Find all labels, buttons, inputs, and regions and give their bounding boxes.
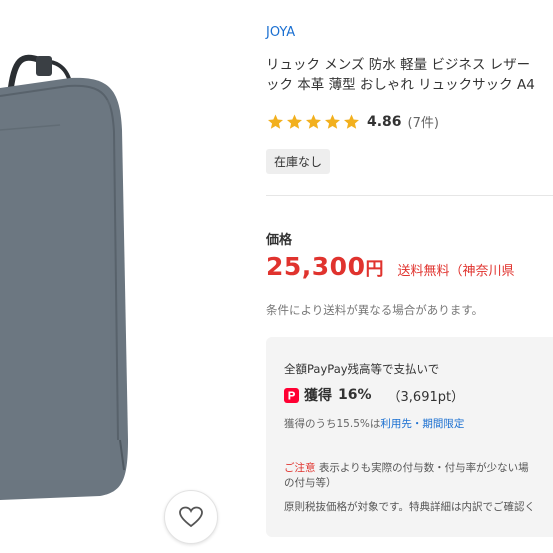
earn-label: 獲得	[304, 388, 332, 404]
star-icon	[325, 114, 340, 129]
caution-label: ご注意	[284, 462, 316, 474]
rating[interactable]: 4.86 (7件)	[266, 112, 439, 131]
caution-text: 表示よりも実際の付与数・付与率が少ない場	[315, 462, 529, 474]
points-breakdown: 獲得のうち15.5%は利用先・期間限定	[284, 416, 464, 431]
points-earn-row: 獲得 16% （3,691pt）	[284, 385, 464, 405]
product-title: リュック メンズ 防水 軽量 ビジネス レザー ック 本革 薄型 おしゃれ リュ…	[266, 55, 553, 97]
points-box: 全額PayPay残高等で支払いで 獲得 16% （3,691pt） 獲得のうち1…	[266, 337, 553, 537]
shipping-note: 条件により送料が異なる場合があります。	[266, 303, 484, 317]
favorite-button[interactable]	[164, 490, 218, 544]
divider	[266, 195, 553, 196]
price-amount: 25,300	[266, 252, 366, 281]
star-icon	[287, 114, 302, 129]
star-icon	[268, 114, 283, 129]
earn-points: （3,691pt）	[387, 389, 465, 405]
rating-score: 4.86	[367, 113, 402, 130]
price-row: 25,300 円 送料無料（神奈川県	[266, 252, 515, 281]
paypay-icon	[284, 387, 299, 403]
title-line-2: ック 本革 薄型 おしゃれ リュックサック A4	[266, 77, 535, 93]
product-info: JOYA リュック メンズ 防水 軽量 ビジネス レザー ック 本革 薄型 おし…	[266, 0, 553, 553]
review-count-link[interactable]: (7件)	[408, 112, 439, 131]
stock-badge: 在庫なし	[266, 149, 331, 174]
caution-line-1: ご注意 表示よりも実際の付与数・付与率が少ない場	[284, 461, 553, 476]
price-label: 価格	[266, 233, 293, 248]
points-caution: ご注意 表示よりも実際の付与数・付与率が少ない場 の付与等）	[284, 461, 553, 491]
points-header: 全額PayPay残高等で支払いで	[284, 362, 440, 376]
caution-line-2: の付与等）	[284, 477, 337, 489]
title-line-1: リュック メンズ 防水 軽量 ビジネス レザー	[266, 57, 531, 73]
brand-link[interactable]: JOYA	[266, 25, 295, 40]
points-footer: 原則税抜価格が対象です。特典詳細は内訳でご確認く	[284, 501, 535, 513]
star-icon	[306, 114, 321, 129]
price-unit: 円	[365, 259, 384, 280]
breakdown-prefix: 獲得のうち15.5%は	[284, 418, 381, 430]
heart-icon	[179, 506, 203, 528]
rating-stars	[266, 113, 361, 131]
usage-limit-link[interactable]: 利用先・期間限定	[380, 418, 464, 430]
shipping-info[interactable]: 送料無料（神奈川県	[397, 260, 514, 279]
earn-rate: 16%	[338, 387, 372, 403]
star-icon	[344, 114, 359, 129]
product-image[interactable]	[0, 0, 245, 553]
